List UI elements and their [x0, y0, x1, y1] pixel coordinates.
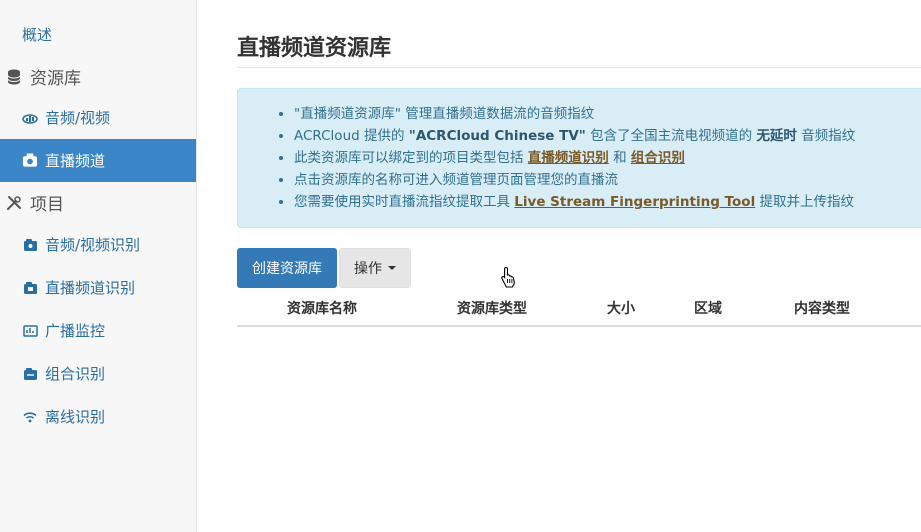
create-library-button[interactable]: 创建资源库: [237, 248, 337, 288]
column-header-region[interactable]: 区域: [694, 298, 722, 318]
live-recognition-link[interactable]: 直播频道识别: [528, 150, 609, 166]
info-alert: "直播频道资源库" 管理直播频道数据流的音频指纹 ACRCloud 提供的 "A…: [237, 88, 921, 228]
sidebar-item-live-channel[interactable]: 直播频道: [0, 139, 196, 182]
monitor-icon: [22, 323, 38, 339]
folder-media-icon: [22, 237, 38, 253]
info-emphasis: 无延时: [756, 128, 797, 144]
column-header-name[interactable]: 资源库名称: [287, 298, 357, 318]
hand-cursor-icon: [501, 266, 517, 292]
sidebar-item-label: 音频/视频识别: [45, 236, 141, 254]
info-item: ACRCloud 提供的 "ACRCloud Chinese TV" 包含了全国…: [294, 125, 921, 147]
info-list: "直播频道资源库" 管理直播频道数据流的音频指纹 ACRCloud 提供的 "A…: [238, 89, 921, 213]
info-text: 包含了全国主流电视频道的: [585, 128, 757, 144]
sidebar-section-label: 资源库: [30, 69, 81, 89]
folder-live-icon: [22, 280, 38, 296]
info-item: 您需要使用实时直播流指纹提取工具 Live Stream Fingerprint…: [294, 191, 921, 213]
info-item: 此类资源库可以绑定到的项目类型包括 直播频道识别 和 组合识别: [294, 147, 921, 169]
sidebar-section-label: 项目: [30, 195, 64, 215]
sidebar-item-label: 广播监控: [45, 322, 106, 340]
sidebar-item-label: 概述: [22, 26, 53, 44]
sidebar-item-overview[interactable]: 概述: [0, 13, 196, 56]
info-item: "直播频道资源库" 管理直播频道数据流的音频指纹: [294, 103, 921, 125]
sidebar-section-library: 资源库: [0, 55, 196, 98]
sidebar-item-live-recognition[interactable]: 直播频道识别: [0, 266, 196, 309]
operations-dropdown[interactable]: 操作: [339, 248, 411, 288]
info-text: 点击资源库的名称可进入频道管理页面管理您的直播流: [294, 172, 618, 188]
column-header-type[interactable]: 资源库类型: [457, 298, 527, 318]
info-text: 此类资源库可以绑定到的项目类型包括: [294, 150, 528, 166]
sidebar-item-label: 直播频道识别: [45, 279, 136, 297]
tools-icon: [6, 195, 22, 211]
tv-channel-icon: [22, 152, 38, 169]
caret-down-icon: [388, 266, 396, 270]
sidebar: 概述 资源库 音频/视频 直播频道 项目 音频/视频识别 直播频道识别 广播监控…: [0, 0, 197, 532]
folder-combine-icon: [22, 366, 38, 382]
sidebar-section-project: 项目: [0, 181, 196, 224]
sidebar-item-hybrid-recognition[interactable]: 组合识别: [0, 352, 196, 395]
info-text: 音频指纹: [796, 128, 856, 144]
sidebar-item-label: 音频/视频: [45, 109, 111, 127]
hybrid-recognition-link[interactable]: 组合识别: [631, 150, 685, 166]
sidebar-item-label: 离线识别: [45, 408, 106, 426]
sidebar-item-av-recognition[interactable]: 音频/视频识别: [0, 223, 196, 266]
database-icon: [6, 69, 22, 85]
sidebar-item-label: 组合识别: [45, 365, 106, 383]
sidebar-item-audio-video[interactable]: 音频/视频: [0, 96, 196, 139]
operations-label: 操作: [354, 261, 382, 277]
table-header: 资源库名称 资源库类型 大小 区域 内容类型: [237, 296, 921, 327]
title-divider: [237, 67, 921, 68]
sidebar-item-broadcast-monitor[interactable]: 广播监控: [0, 309, 196, 352]
sidebar-item-label: 直播频道: [45, 152, 106, 170]
fingerprint-tool-link[interactable]: Live Stream Fingerprinting Tool: [514, 194, 755, 210]
waveform-icon: [22, 110, 38, 126]
info-text: 您需要使用实时直播流指纹提取工具: [294, 194, 515, 210]
column-header-content-type[interactable]: 内容类型: [794, 298, 850, 318]
page-title: 直播频道资源库: [237, 36, 392, 61]
info-item: 点击资源库的名称可进入频道管理页面管理您的直播流: [294, 169, 921, 191]
info-text: 提取并上传指纹: [755, 194, 854, 210]
column-header-size[interactable]: 大小: [607, 298, 635, 318]
info-text: 和: [608, 150, 631, 166]
main-content: 直播频道资源库 "直播频道资源库" 管理直播频道数据流的音频指纹 ACRClou…: [237, 0, 921, 532]
info-text: ACRCloud 提供的: [294, 128, 409, 144]
info-emphasis: "ACRCloud Chinese TV": [408, 128, 586, 144]
sidebar-item-offline-recognition[interactable]: 离线识别: [0, 395, 196, 438]
info-text: "直播频道资源库" 管理直播频道数据流的音频指纹: [294, 106, 595, 122]
wifi-icon: [22, 409, 38, 425]
